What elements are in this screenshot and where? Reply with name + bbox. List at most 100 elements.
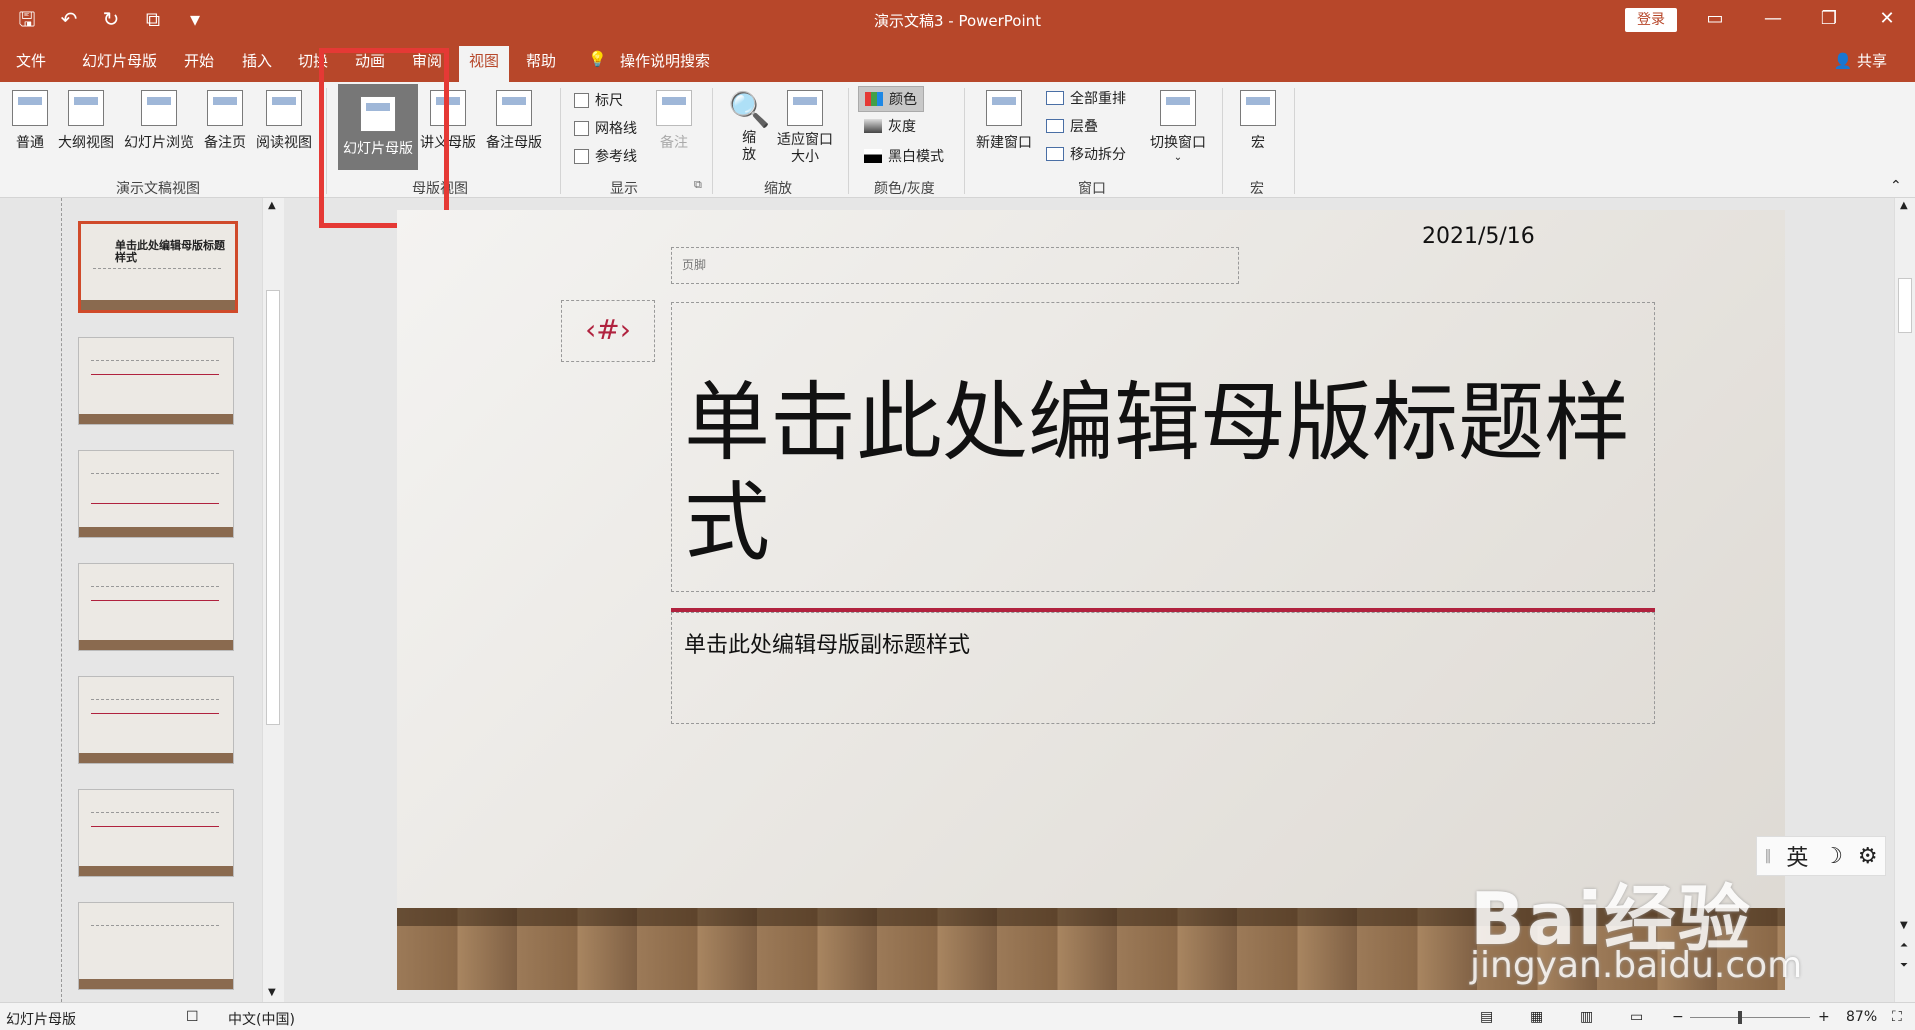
zoom-slider-knob[interactable]	[1738, 1011, 1742, 1024]
zoom-level[interactable]: 87%	[1846, 1009, 1877, 1025]
guides-label: 参考线	[595, 149, 637, 165]
tab-slide-master[interactable]: 幻灯片母版	[82, 50, 157, 71]
collapse-ribbon-icon[interactable]: ⌃	[1890, 178, 1902, 194]
highlight-annotation	[319, 48, 449, 228]
date-placeholder[interactable]: 2021/5/16	[1422, 224, 1535, 249]
zoom-label: 缩放	[742, 130, 757, 163]
macros-button[interactable]: 宏	[1240, 90, 1276, 152]
status-bar: 幻灯片母版 ☐ 中文(中国) ▤ ▦ ▥ ▭ − + 87% ⛶	[0, 1002, 1915, 1030]
minimize-button[interactable]: —	[1748, 4, 1798, 34]
ribbon-display-icon[interactable]: ▭	[1690, 4, 1740, 34]
thumbnail-layout[interactable]	[78, 676, 234, 764]
thumbnail-layout[interactable]	[78, 789, 234, 877]
outline-view-button[interactable]: 大纲视图	[58, 90, 114, 152]
cascade-button[interactable]: 层叠	[1046, 116, 1098, 136]
slideshow-icon[interactable]: ▭	[1630, 1009, 1643, 1025]
color-button[interactable]: 颜色	[858, 86, 924, 112]
fit-window-button[interactable]: 适应窗口大小	[774, 90, 836, 166]
tab-help[interactable]: 帮助	[526, 50, 556, 71]
thumbnail-title: 单击此处编辑母版标题样式	[115, 239, 225, 264]
thumbnail-layout[interactable]	[78, 337, 234, 425]
fit-to-window-icon[interactable]: ⛶	[1892, 1009, 1902, 1025]
scrollbar-thumb[interactable]	[266, 290, 280, 725]
magnifier-icon: 🔍	[728, 90, 771, 130]
restore-button[interactable]: ❐	[1804, 4, 1854, 34]
group-separator	[1222, 88, 1223, 194]
scroll-up-icon[interactable]: ▲	[1900, 200, 1908, 211]
zoom-group-label: 缩放	[764, 181, 792, 197]
editor-scrollbar[interactable]: ▲ ▼ ⏶ ⏷	[1894, 198, 1915, 1002]
scroll-down-icon[interactable]: ▼	[1900, 920, 1908, 931]
move-split-button[interactable]: 移动拆分	[1046, 144, 1126, 164]
ruler-checkbox[interactable]: 标尺	[574, 90, 623, 110]
normal-view-button[interactable]: 普通	[12, 90, 48, 152]
black-white-button[interactable]: 黑白模式	[864, 146, 944, 166]
move-split-label: 移动拆分	[1070, 147, 1126, 163]
next-slide-icon[interactable]: ⏷	[1900, 960, 1908, 971]
presentation-views-group-label: 演示文稿视图	[116, 181, 200, 197]
thumbnail-layout[interactable]	[78, 450, 234, 538]
zoom-in-icon[interactable]: +	[1818, 1009, 1830, 1025]
login-button[interactable]: 登录	[1625, 8, 1677, 32]
switch-window-button[interactable]: 切换窗口 ⌄	[1150, 90, 1206, 163]
macros-icon	[1240, 90, 1276, 126]
tab-insert[interactable]: 插入	[242, 50, 272, 71]
thumbnail-scrollbar[interactable]: ▲ ▼	[262, 198, 284, 1002]
zoom-slider[interactable]	[1690, 1017, 1810, 1018]
normal-view-icon	[12, 90, 48, 126]
macros-label: 宏	[1251, 135, 1265, 151]
lightbulb-icon: 💡	[588, 50, 607, 68]
gear-icon[interactable]: ⚙	[1858, 844, 1878, 869]
macros-group-label: 宏	[1250, 181, 1264, 197]
notes-master-button[interactable]: 备注母版	[486, 90, 542, 152]
reading-view-icon[interactable]: ▥	[1580, 1009, 1593, 1025]
thumbnail-layout[interactable]	[78, 902, 234, 990]
gridlines-label: 网格线	[595, 121, 637, 137]
tab-home[interactable]: 开始	[184, 50, 214, 71]
thumbnail-layout[interactable]	[78, 563, 234, 651]
view-mode-status: 幻灯片母版	[6, 1012, 76, 1028]
new-window-button[interactable]: 新建窗口	[976, 90, 1032, 152]
footer-placeholder[interactable]: 页脚	[671, 247, 1239, 284]
grayscale-button[interactable]: 灰度	[864, 116, 916, 136]
normal-view-icon[interactable]: ▤	[1480, 1009, 1493, 1025]
arrange-all-button[interactable]: 全部重排	[1046, 88, 1126, 108]
tell-me-search[interactable]: 操作说明搜索	[620, 50, 710, 71]
reading-view-button[interactable]: 阅读视图	[256, 90, 312, 152]
slide-sorter-icon[interactable]: ▦	[1530, 1009, 1543, 1025]
outline-view-label: 大纲视图	[58, 135, 114, 151]
new-window-label: 新建窗口	[976, 135, 1032, 151]
thumbnail-master[interactable]: 单击此处编辑母版标题样式	[78, 221, 238, 313]
subtitle-placeholder[interactable]: 单击此处编辑母版副标题样式	[671, 612, 1655, 724]
notes-page-label: 备注页	[204, 135, 246, 151]
close-button[interactable]: ✕	[1862, 4, 1912, 34]
title-placeholder[interactable]: 单击此处编辑母版标题样式	[671, 302, 1655, 592]
guides-checkbox[interactable]: 参考线	[574, 146, 637, 166]
language-status[interactable]: 中文(中国)	[228, 1009, 295, 1029]
scroll-up-icon[interactable]: ▲	[268, 200, 276, 211]
slide-sorter-button[interactable]: 幻灯片浏览	[124, 90, 194, 152]
share-button[interactable]: 👤 共享	[1834, 50, 1887, 71]
tab-view[interactable]: 视图	[459, 46, 510, 82]
notes-toggle-button: 备注	[656, 90, 692, 152]
notes-page-button[interactable]: 备注页	[204, 90, 246, 152]
notes-toggle-label: 备注	[660, 135, 688, 151]
scrollbar-thumb[interactable]	[1898, 278, 1912, 333]
thumbnail-floor	[79, 866, 233, 876]
tab-file[interactable]: 文件	[16, 50, 46, 71]
dialog-launcher-icon[interactable]: ⧉	[694, 178, 702, 192]
zoom-button[interactable]: 🔍 缩放	[728, 90, 770, 164]
master-connector-line	[61, 198, 62, 1002]
accessibility-icon[interactable]: ☐	[186, 1009, 199, 1025]
zoom-out-icon[interactable]: −	[1672, 1009, 1684, 1025]
notes-icon	[656, 90, 692, 126]
slide-number-placeholder[interactable]: ‹#›	[561, 300, 655, 362]
notes-page-icon	[207, 90, 243, 126]
normal-view-label: 普通	[16, 135, 44, 151]
previous-slide-icon[interactable]: ⏶	[1900, 940, 1908, 951]
scroll-down-icon[interactable]: ▼	[268, 987, 276, 998]
thumbnail-line	[91, 699, 219, 700]
thumbnail-floor	[81, 300, 235, 310]
gridlines-checkbox[interactable]: 网格线	[574, 118, 637, 138]
grayscale-swatch-icon	[864, 119, 882, 133]
